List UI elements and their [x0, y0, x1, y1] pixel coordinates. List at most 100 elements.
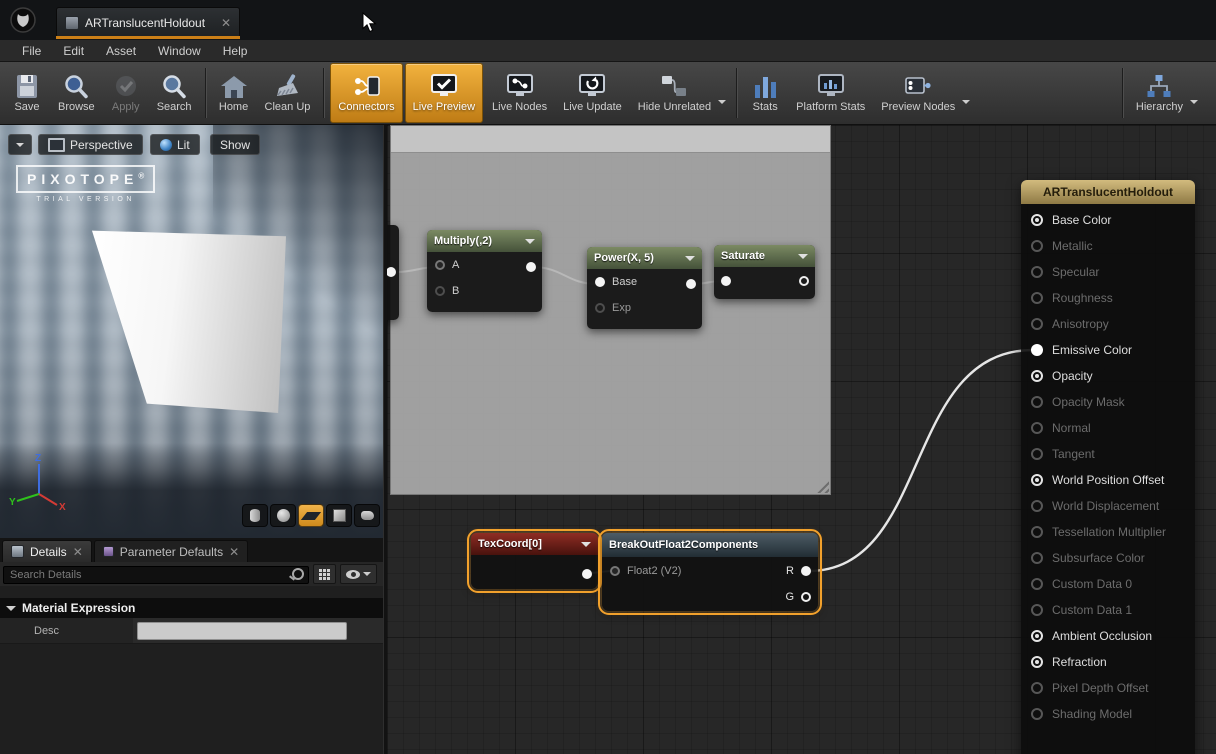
section-material-expression[interactable]: Material Expression — [0, 598, 383, 618]
pin-anisotropy[interactable] — [1031, 318, 1043, 330]
pin-world-displacement[interactable] — [1031, 500, 1043, 512]
pixotope-watermark: PIXOTOPE® TRIAL VERSION — [16, 165, 155, 203]
desc-input[interactable] — [137, 622, 347, 640]
connectors-button[interactable]: Connectors — [330, 63, 402, 123]
cylinder-shape-button[interactable] — [242, 504, 268, 527]
live-update-button[interactable]: Live Update — [556, 64, 629, 122]
output-pin[interactable] — [387, 267, 396, 277]
view-options-button[interactable] — [340, 564, 377, 584]
live-nodes-button[interactable]: Live Nodes — [485, 64, 554, 122]
viewport-options-dropdown[interactable] — [8, 134, 32, 155]
node-saturate[interactable]: Saturate — [714, 245, 815, 299]
pin-emissive-color[interactable] — [1031, 344, 1043, 356]
pin-shading-model[interactable] — [1031, 708, 1043, 720]
sphere-shape-button[interactable] — [270, 504, 296, 527]
menu-help[interactable]: Help — [213, 42, 258, 60]
chevron-down-icon[interactable] — [685, 256, 695, 266]
clean-up-button[interactable]: Clean Up — [258, 64, 318, 122]
output-pin-r[interactable] — [801, 566, 811, 576]
pin-pixel-depth-offset[interactable] — [1031, 682, 1043, 694]
platform-stats-button[interactable]: Platform Stats — [789, 64, 872, 122]
browse-button[interactable]: Browse — [51, 64, 102, 122]
hierarchy-button[interactable]: Hierarchy — [1129, 64, 1202, 122]
chevron-down-icon[interactable] — [581, 542, 591, 552]
home-button[interactable]: Home — [212, 64, 256, 122]
stats-button[interactable]: Stats — [743, 64, 787, 122]
preview-nodes-button[interactable]: Preview Nodes — [874, 64, 974, 122]
pin-base-color[interactable] — [1031, 214, 1043, 226]
node-texcoord[interactable]: TexCoord[0] — [471, 533, 598, 589]
chevron-down-icon[interactable] — [718, 100, 726, 108]
node-breakout-float2[interactable]: BreakOutFloat2Components Float2 (V2) R G — [602, 533, 818, 611]
output-pin-g[interactable] — [801, 592, 811, 602]
comment-resize-grip[interactable] — [814, 478, 829, 493]
live-preview-icon — [429, 73, 459, 100]
material-graph-canvas[interactable]: Multiply(,2) A B Power(X, 5) Base Exp Sa… — [387, 125, 1216, 754]
input-pin[interactable] — [721, 276, 731, 286]
pin-opacity[interactable] — [1031, 370, 1043, 382]
input-pin-a[interactable] — [435, 260, 445, 270]
pin-metallic[interactable] — [1031, 240, 1043, 252]
plane-icon — [301, 512, 321, 520]
teapot-icon — [361, 511, 374, 520]
tab-close-icon[interactable]: ✕ — [229, 546, 239, 558]
material-result-node[interactable]: ARTranslucentHoldout Base Color Metallic… — [1021, 180, 1195, 754]
perspective-button[interactable]: Perspective — [38, 134, 143, 155]
chevron-down-icon[interactable] — [798, 254, 808, 264]
lit-mode-button[interactable]: Lit — [150, 134, 200, 155]
pin-normal[interactable] — [1031, 422, 1043, 434]
chevron-down-icon[interactable] — [525, 239, 535, 249]
pin-world-position-offset[interactable] — [1031, 474, 1043, 486]
tab-parameter-defaults[interactable]: Parameter Defaults ✕ — [94, 540, 248, 562]
pin-ambient-occlusion[interactable] — [1031, 630, 1043, 642]
output-pin[interactable] — [799, 276, 809, 286]
hide-unrelated-button[interactable]: Hide Unrelated — [631, 64, 730, 122]
pin-roughness[interactable] — [1031, 292, 1043, 304]
pin-subsurface-color[interactable] — [1031, 552, 1043, 564]
output-pin[interactable] — [582, 569, 592, 579]
output-pin[interactable] — [526, 262, 536, 272]
show-button[interactable]: Show — [210, 134, 260, 155]
tab-details[interactable]: Details ✕ — [2, 540, 92, 562]
cube-icon — [333, 509, 346, 522]
node-offscreen-stub[interactable] — [387, 225, 399, 320]
menu-edit[interactable]: Edit — [53, 42, 94, 60]
property-matrix-button[interactable] — [313, 564, 336, 584]
node-multiply[interactable]: Multiply(,2) A B — [427, 230, 542, 312]
tab-close-icon[interactable]: ✕ — [221, 17, 231, 29]
teapot-shape-button[interactable] — [354, 504, 380, 527]
live-preview-button[interactable]: Live Preview — [405, 63, 483, 123]
node-power[interactable]: Power(X, 5) Base Exp — [587, 247, 702, 329]
comment-header[interactable] — [391, 126, 830, 153]
input-pin-exp[interactable] — [595, 303, 605, 313]
preview-viewport[interactable]: Perspective Lit Show PIXOTOPE® TRIAL VER… — [0, 125, 383, 538]
apply-button[interactable]: Apply — [104, 64, 148, 122]
search-details-input[interactable] — [3, 566, 309, 584]
unreal-engine-logo-icon[interactable] — [8, 5, 38, 35]
pin-custom-data-1[interactable] — [1031, 604, 1043, 616]
chevron-down-icon — [16, 143, 24, 151]
chevron-down-icon[interactable] — [1190, 100, 1198, 108]
input-pin-b[interactable] — [435, 286, 445, 296]
plane-shape-button[interactable] — [298, 504, 324, 527]
chevron-down-icon[interactable] — [962, 100, 970, 108]
input-pin-float2[interactable] — [610, 566, 620, 576]
pin-refraction[interactable] — [1031, 656, 1043, 668]
input-pin-base[interactable] — [595, 277, 605, 287]
asset-tab[interactable]: ARTranslucentHoldout ✕ — [56, 7, 240, 37]
pin-specular[interactable] — [1031, 266, 1043, 278]
output-pin[interactable] — [686, 279, 696, 289]
search-button[interactable]: Search — [150, 64, 199, 122]
lit-sphere-icon — [160, 139, 172, 151]
save-button[interactable]: Save — [5, 64, 49, 122]
pin-opacity-mask[interactable] — [1031, 396, 1043, 408]
pin-tessellation-multiplier[interactable] — [1031, 526, 1043, 538]
menu-file[interactable]: File — [12, 42, 51, 60]
menu-window[interactable]: Window — [148, 42, 211, 60]
pin-custom-data-0[interactable] — [1031, 578, 1043, 590]
axis-gizmo: Z Y X — [8, 450, 70, 512]
cube-shape-button[interactable] — [326, 504, 352, 527]
menu-asset[interactable]: Asset — [96, 42, 146, 60]
tab-close-icon[interactable]: ✕ — [73, 546, 83, 558]
pin-tangent[interactable] — [1031, 448, 1043, 460]
